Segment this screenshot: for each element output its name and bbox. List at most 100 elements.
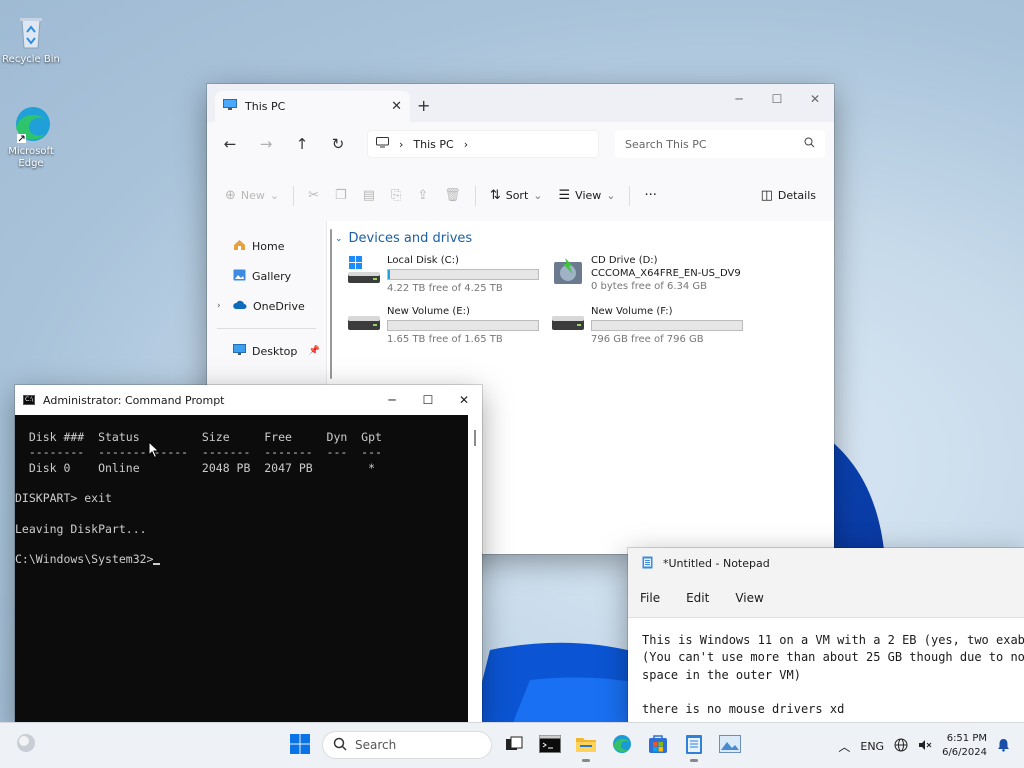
chevron-down-icon: ⌄ <box>269 189 280 202</box>
sort-button[interactable]: ⇅ Sort ⌄ <box>484 181 549 211</box>
network-globe-icon[interactable] <box>894 738 908 755</box>
sidebar-item-desktop[interactable]: Desktop 📌 <box>207 336 326 366</box>
taskbar-command-prompt[interactable] <box>534 727 566 763</box>
close-tab-icon[interactable]: ✕ <box>391 99 402 114</box>
recycle-bin-icon <box>11 12 51 52</box>
notification-bell-icon[interactable] <box>997 738 1010 755</box>
drive-item-e[interactable]: New Volume (E:) 1.65 TB free of 1.65 TB <box>347 305 551 346</box>
refresh-button[interactable]: ↻ <box>323 129 353 159</box>
windows-logo-icon <box>290 733 310 757</box>
sidebar-item-label: Home <box>252 239 285 253</box>
close-button[interactable]: ✕ <box>446 385 482 415</box>
scrollbar-thumb[interactable] <box>474 430 476 446</box>
clock[interactable]: 6:51 PM 6/6/2024 <box>942 732 987 760</box>
start-button[interactable] <box>284 727 316 763</box>
disk-drive-icon <box>347 305 381 339</box>
search-icon <box>804 137 815 151</box>
clock-date: 6/6/2024 <box>942 747 987 758</box>
view-label: View <box>575 189 602 202</box>
delete-button[interactable]: 🗑 <box>438 181 467 211</box>
home-icon <box>233 239 246 254</box>
taskbar-file-explorer[interactable] <box>570 727 602 763</box>
breadcrumb-this-pc[interactable]: This PC <box>413 138 453 151</box>
new-tab-button[interactable]: + <box>417 96 430 115</box>
copy-button[interactable]: ❐ <box>329 181 353 211</box>
new-button[interactable]: ⊕ New ⌄ <box>219 181 285 211</box>
terminal-icon: C:\ <box>23 395 35 405</box>
forward-button[interactable]: → <box>251 129 281 159</box>
drive-free-space: 0 bytes free of 6.34 GB <box>591 281 708 292</box>
rename-button[interactable]: ⎘ <box>385 181 407 211</box>
minimize-button[interactable]: ─ <box>720 84 758 114</box>
search-icon <box>333 737 347 754</box>
group-header[interactable]: ⌄ Devices and drives <box>335 231 826 246</box>
separator <box>293 185 295 206</box>
notepad-window: *Untitled - Notepad File Edit View This … <box>628 548 1024 723</box>
text-editor[interactable]: This is Windows 11 on a VM with a 2 EB (… <box>628 618 1024 718</box>
details-label: Details <box>777 189 816 202</box>
usage-bar <box>591 320 743 331</box>
widgets-button[interactable] <box>14 731 38 755</box>
tab-this-pc[interactable]: This PC ✕ <box>215 91 410 122</box>
window-controls: ─ ☐ ✕ <box>374 385 482 415</box>
share-button[interactable]: ⇪ <box>411 181 434 211</box>
sidebar-item-gallery[interactable]: Gallery <box>207 261 326 291</box>
close-button[interactable]: ✕ <box>796 84 834 114</box>
drive-name: Local Disk (C:) <box>387 255 459 266</box>
taskbar-apps: Search <box>284 727 746 763</box>
cut-button[interactable]: ✂ <box>302 181 325 211</box>
menu-view[interactable]: View <box>735 591 763 605</box>
notepad-icon <box>685 733 703 758</box>
taskbar-search[interactable]: Search <box>322 731 492 759</box>
desktop-icon-edge[interactable]: Microsoft Edge <box>0 104 62 170</box>
folder-icon <box>575 735 597 756</box>
view-button[interactable]: ☰ View ⌄ <box>553 181 622 211</box>
taskbar-edge[interactable] <box>606 727 638 763</box>
back-button[interactable]: ← <box>215 129 245 159</box>
address-bar[interactable]: › This PC › <box>367 130 599 158</box>
maximize-button[interactable]: ☐ <box>758 84 796 114</box>
text-cursor <box>153 563 161 566</box>
navigation-bar: ← → ↑ ↻ › This PC › Search This PC <box>207 122 834 166</box>
language-indicator[interactable]: ENG <box>860 740 884 753</box>
drive-item-f[interactable]: New Volume (F:) 796 GB free of 796 GB <box>551 305 755 346</box>
windows-drive-icon <box>347 254 381 288</box>
desktop-icon <box>233 344 246 358</box>
taskbar-paint[interactable] <box>714 727 746 763</box>
scissors-icon: ✂ <box>308 188 320 203</box>
chevron-up-icon[interactable]: ︿ <box>838 738 850 755</box>
menu-file[interactable]: File <box>640 591 660 605</box>
details-button[interactable]: ◫ Details <box>755 181 822 211</box>
trash-icon: 🗑 <box>444 188 461 203</box>
more-options-button[interactable]: ··· <box>638 181 662 211</box>
paste-button[interactable]: ▤ <box>357 181 381 211</box>
drive-item-c[interactable]: Local Disk (C:) 4.22 TB free of 4.25 TB <box>347 254 551 295</box>
maximize-button[interactable]: ☐ <box>410 385 446 415</box>
sidebar-item-onedrive[interactable]: › OneDrive <box>207 291 326 321</box>
chevron-right-icon[interactable]: › <box>217 301 221 311</box>
up-button[interactable]: ↑ <box>287 129 317 159</box>
taskbar-notepad[interactable] <box>678 727 710 763</box>
sort-label: Sort <box>505 189 529 202</box>
drive-item-d[interactable]: CD Drive (D:) CCCOMA_X64FRE_EN-US_DV9 0 … <box>551 254 755 295</box>
drive-name: New Volume (E:) <box>387 306 470 317</box>
console-output[interactable]: Disk ### Status Size Free Dyn Gpt ------… <box>15 415 468 725</box>
sidebar-item-home[interactable]: Home <box>207 231 326 261</box>
volume-muted-icon[interactable] <box>918 738 932 755</box>
search-box[interactable]: Search This PC <box>615 130 825 158</box>
mouse-pointer-icon <box>148 440 160 459</box>
desktop-icon-recycle-bin[interactable]: Recycle Bin <box>0 12 62 66</box>
system-tray: ︿ ENG 6:51 PM 6/6/2024 <box>838 723 1024 768</box>
cloud-icon <box>233 300 247 313</box>
chevron-down-icon: ⌄ <box>606 189 616 202</box>
chevron-right-icon[interactable]: › <box>464 138 468 151</box>
notepad-icon <box>642 555 653 572</box>
task-view-button[interactable] <box>498 727 530 763</box>
menu-edit[interactable]: Edit <box>686 591 709 605</box>
drive-free-space: 4.22 TB free of 4.25 TB <box>387 283 503 294</box>
desktop-icon-label: Recycle Bin <box>2 54 60 65</box>
minimize-button[interactable]: ─ <box>374 385 410 415</box>
taskbar-store[interactable] <box>642 727 674 763</box>
scrollbar[interactable] <box>330 229 332 379</box>
scrollbar[interactable] <box>468 415 482 725</box>
